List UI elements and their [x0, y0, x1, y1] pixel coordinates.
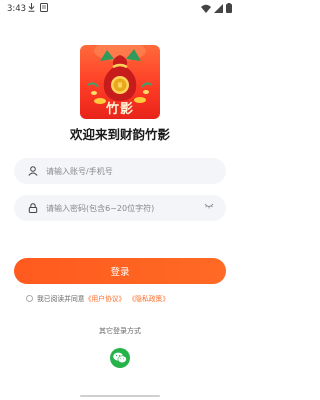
- password-input[interactable]: [46, 203, 196, 213]
- wechat-login-button[interactable]: [110, 348, 130, 368]
- login-button[interactable]: 登录: [14, 258, 226, 284]
- user-icon: [28, 166, 38, 176]
- status-time: 3:43: [7, 4, 27, 14]
- welcome-title: 欢迎来到财韵竹影: [69, 127, 170, 142]
- download-icon: [28, 3, 35, 12]
- battery-icon: [226, 3, 232, 13]
- wechat-icon: [113, 352, 127, 364]
- eye-toggle-icon[interactable]: [204, 203, 214, 209]
- password-field[interactable]: [14, 195, 226, 221]
- notification-icon: [40, 3, 48, 12]
- agreement-prefix: 我已阅读并同意: [37, 295, 85, 303]
- user-agreement-link[interactable]: 《用户协议》: [85, 293, 126, 303]
- lock-icon: [28, 203, 38, 213]
- logo-text: 竹影: [105, 102, 134, 117]
- wifi-icon: [201, 4, 211, 13]
- agree-radio[interactable]: [26, 294, 33, 302]
- account-input[interactable]: [46, 166, 196, 176]
- status-bar: 3:43: [0, 0, 240, 18]
- signal-icon: [214, 3, 223, 13]
- app-logo: 竹影: [80, 45, 160, 119]
- home-indicator[interactable]: [80, 395, 160, 397]
- privacy-policy-link[interactable]: 《隐私政策》: [128, 293, 169, 303]
- agreement-row: 我已阅读并同意 《用户协议》 《隐私政策》: [26, 293, 169, 303]
- account-field[interactable]: [14, 158, 226, 184]
- other-login-label: 其它登录方式: [99, 327, 141, 335]
